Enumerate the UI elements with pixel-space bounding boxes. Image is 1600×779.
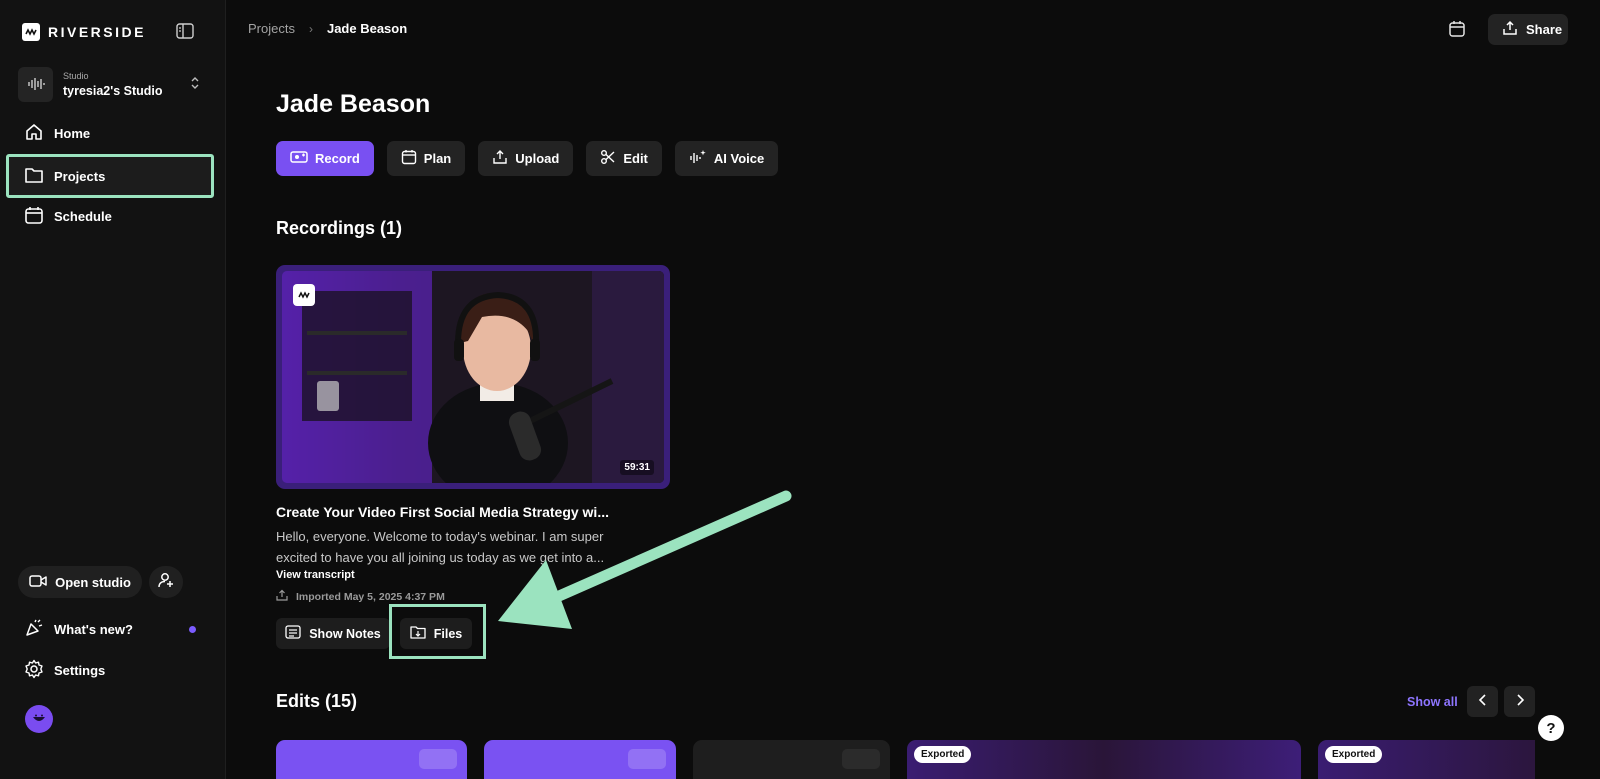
page-title: Jade Beason (276, 90, 431, 118)
video-camera-icon (29, 574, 47, 591)
recordings-heading: Recordings (1) (276, 218, 403, 238)
add-user-button[interactable] (149, 566, 183, 598)
show-all-link[interactable]: Show all (1407, 695, 1458, 709)
chevron-left-icon (1478, 693, 1488, 711)
edit-card-chip (419, 749, 457, 769)
chevron-right-icon: › (308, 21, 313, 36)
exported-badge: Exported (1325, 746, 1383, 763)
recording-title[interactable]: Create Your Video First Social Media Str… (276, 504, 621, 520)
chevron-right-icon (1515, 693, 1525, 711)
user-avatar[interactable] (25, 705, 53, 733)
sidebar-collapse-icon[interactable] (176, 23, 196, 41)
recording-transcript-snippet: Hello, everyone. Welcome to today's webi… (276, 529, 605, 565)
add-user-icon (157, 571, 175, 594)
next-page-button[interactable] (1504, 686, 1535, 717)
studio-caption: Studio (63, 70, 89, 81)
ai-voice-label: AI Voice (713, 151, 765, 166)
gear-icon (24, 659, 44, 682)
recording-thumbnail: 59:31 (282, 271, 664, 483)
breadcrumb-projects-link[interactable]: Projects (248, 21, 295, 36)
exported-badge: Exported (914, 746, 972, 763)
open-studio-button[interactable]: Open studio (18, 566, 142, 598)
scissors-icon (600, 149, 616, 168)
studio-name: tyresia2's Studio (63, 83, 163, 98)
upload-icon (276, 589, 288, 604)
record-button[interactable]: Record (276, 141, 374, 176)
upload-button[interactable]: Upload (478, 141, 574, 176)
edits-heading: Edits (15) (276, 691, 358, 711)
ai-voice-button[interactable]: AI Voice (674, 141, 779, 176)
edit-card[interactable]: Exported (1318, 740, 1558, 779)
show-notes-label: Show Notes (309, 626, 381, 641)
sidebar-item-home[interactable]: Home (8, 113, 212, 153)
riverside-logo-icon (22, 23, 40, 41)
files-label: Files (433, 626, 463, 641)
recording-duration: 59:31 (620, 460, 654, 475)
upload-label: Upload (515, 151, 560, 166)
files-button[interactable]: Files (400, 618, 472, 649)
edit-card[interactable] (693, 740, 890, 779)
sidebar-item-projects[interactable]: Projects (6, 154, 214, 198)
brand-logo[interactable]: RIVERSIDE (22, 23, 146, 41)
notification-dot (189, 626, 196, 633)
folder-download-icon (410, 625, 426, 642)
record-label: Record (315, 151, 360, 166)
import-info: Imported May 5, 2025 4:37 PM (276, 589, 445, 604)
recording-card[interactable]: 59:31 (276, 265, 670, 489)
share-label: Share (1526, 22, 1563, 37)
share-button[interactable]: Share (1488, 14, 1568, 45)
sidebar-item-label: Settings (54, 662, 106, 678)
brand-name: RIVERSIDE (48, 24, 146, 40)
calendar-icon[interactable] (1448, 20, 1470, 40)
edit-button[interactable]: Edit (586, 141, 662, 176)
edit-card[interactable] (484, 740, 676, 779)
plan-label: Plan (423, 151, 452, 166)
help-button[interactable]: ? (1538, 715, 1564, 741)
show-notes-button[interactable]: Show Notes (276, 618, 390, 649)
breadcrumb-current: Jade Beason (326, 21, 408, 36)
open-studio-label: Open studio (55, 574, 131, 590)
share-upload-icon (1502, 20, 1518, 39)
view-transcript-link[interactable]: View transcript (276, 569, 355, 581)
sidebar-item-whats-new[interactable]: What's new? (8, 609, 212, 649)
imported-timestamp: Imported May 5, 2025 4:37 PM (296, 590, 445, 603)
riverside-badge-icon (293, 284, 315, 306)
chevron-updown-icon (190, 76, 200, 95)
sidebar-item-label: Home (54, 125, 91, 141)
calendar-icon (401, 149, 417, 168)
record-icon (290, 150, 308, 167)
sidebar-item-label: What's new? (54, 621, 133, 637)
sidebar-item-label: Projects (54, 168, 106, 184)
sidebar: RIVERSIDE Studio tyresia2's Studio Home … (0, 0, 226, 779)
previous-page-button[interactable] (1467, 686, 1498, 717)
sidebar-item-settings[interactable]: Settings (8, 650, 212, 690)
edit-card-chip (842, 749, 880, 769)
action-bar: Record Plan Upload Edit AI Voice (276, 141, 779, 176)
folder-icon (24, 166, 44, 187)
plan-button[interactable]: Plan (386, 141, 466, 176)
edit-label: Edit (623, 151, 648, 166)
party-popper-icon (24, 618, 44, 641)
calendar-icon (24, 205, 44, 228)
edit-card-chip (628, 749, 666, 769)
studio-waveform-icon (18, 66, 53, 102)
studio-switcher[interactable]: Studio tyresia2's Studio (18, 66, 208, 102)
home-icon (24, 122, 44, 145)
breadcrumb: Projects › Jade Beason (248, 21, 407, 36)
ai-voice-icon (689, 149, 707, 168)
upload-icon (492, 149, 508, 168)
sidebar-item-label: Schedule (54, 208, 112, 224)
notes-icon (285, 625, 301, 642)
sidebar-item-schedule[interactable]: Schedule (8, 196, 212, 236)
edit-card[interactable] (276, 740, 467, 779)
edit-card[interactable]: Exported (907, 740, 1301, 779)
